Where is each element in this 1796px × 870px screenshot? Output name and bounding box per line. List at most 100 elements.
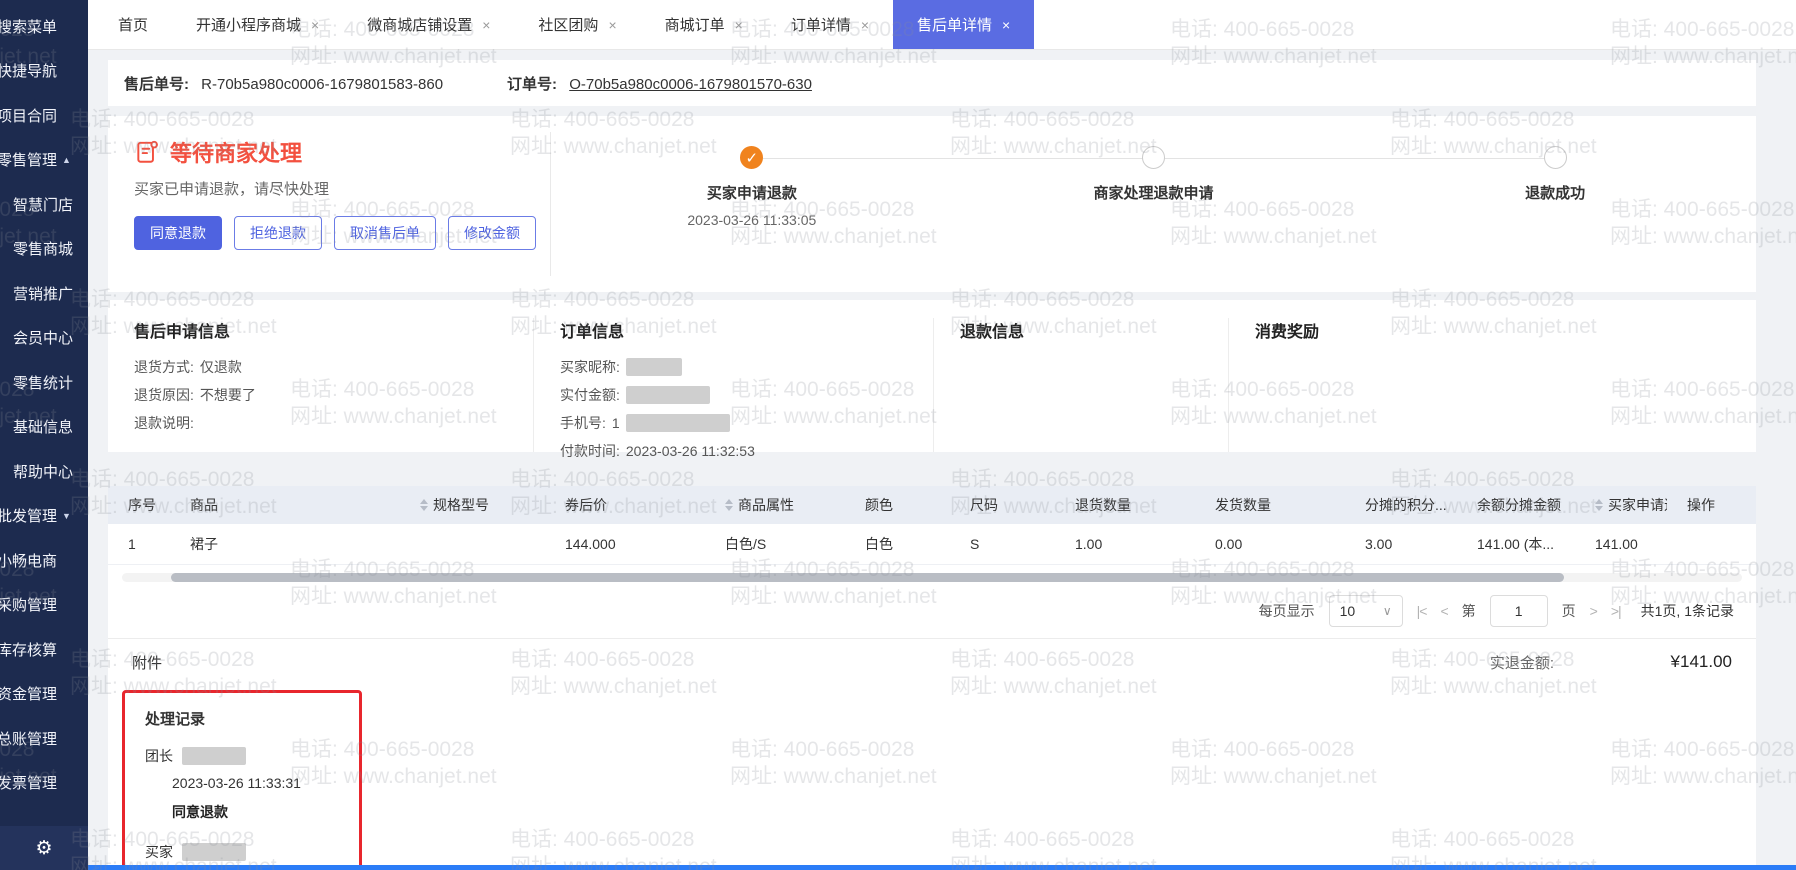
info-row: 退款说明: bbox=[134, 413, 507, 433]
tab-close-icon[interactable]: × bbox=[311, 17, 319, 33]
sidebar-item-零售管理[interactable]: 零售管理 ▲ bbox=[0, 138, 88, 183]
sidebar-item-库存核算[interactable]: 库存核算 bbox=[0, 627, 88, 672]
column-header-inner: 买家申请退款金额 bbox=[1595, 495, 1667, 515]
sort-icon[interactable] bbox=[725, 499, 733, 511]
sidebar-item-label: 项目合同 bbox=[0, 107, 58, 125]
sidebar-item-label: 帮助中心 bbox=[13, 463, 74, 481]
sidebar-item-label: 小畅电商 bbox=[0, 552, 58, 570]
tab-label: 首页 bbox=[118, 17, 149, 34]
sidebar-item-label: 资金管理 bbox=[0, 686, 58, 704]
aftersale-number: 售后单号: R-70b5a980c0006-1679801583-860 bbox=[124, 73, 443, 94]
timeline-step: 退款成功 bbox=[1354, 146, 1756, 292]
column-header-inner: 商品属性 bbox=[725, 495, 845, 515]
sidebar-item-label: 智慧门店 bbox=[13, 196, 74, 214]
拒绝退款-button[interactable]: 拒绝退款 bbox=[234, 216, 322, 250]
table-cell: 141.00 bbox=[1595, 535, 1638, 552]
actual-refund: 实退金额: ¥141.00 bbox=[1490, 652, 1732, 673]
gear-icon: ⚙ bbox=[35, 837, 53, 859]
sidebar-item-快捷导航[interactable]: 快捷导航 bbox=[0, 49, 88, 94]
timeline-step: ✓ 买家申请退款 2023-03-26 11:33:05 bbox=[551, 146, 953, 292]
tab-close-icon[interactable]: × bbox=[608, 17, 616, 33]
sidebar-item-基础信息[interactable]: 基础信息 bbox=[0, 405, 88, 450]
next-page-button[interactable]: > bbox=[1590, 603, 1598, 619]
column-header-发货数量: 发货数量 bbox=[1195, 486, 1345, 524]
sidebar-item-项目合同[interactable]: 项目合同 bbox=[0, 93, 88, 138]
goods-table-header-row: 序号 商品 规格型号 券后价 商品属性 颜色 尺码 退货数量 发货数量 分摊的积分... 余额分摊金… bbox=[108, 486, 1756, 524]
sidebar-item-营销推广[interactable]: 营销推广 bbox=[0, 271, 88, 316]
tab-close-icon[interactable]: × bbox=[861, 17, 869, 33]
goods-table-body: 1 裙子 144.000 白色/S 白色 S 1.00 0.00 3.00 141.00 (本..… bbox=[108, 524, 1756, 564]
tab-商城订单[interactable]: 商城订单 × bbox=[641, 0, 767, 49]
main-content: 售后单号: R-70b5a980c0006-1679801583-860 订单号… bbox=[88, 50, 1796, 870]
column-header-买家申请退款金额[interactable]: 买家申请退款金额 bbox=[1575, 486, 1667, 524]
column-header-label: 尺码 bbox=[970, 497, 998, 513]
info-row-label: 退货方式: bbox=[134, 359, 194, 375]
tab-close-icon[interactable]: × bbox=[482, 17, 490, 33]
actual-refund-label: 实退金额: bbox=[1489, 654, 1554, 672]
column-header-商品属性[interactable]: 商品属性 bbox=[705, 486, 845, 524]
tab-首页[interactable]: 首页 bbox=[94, 0, 172, 49]
page-size-select[interactable]: 10 ∨ bbox=[1328, 594, 1403, 627]
last-page-button[interactable]: >| bbox=[1611, 603, 1622, 619]
column-header-inner: 分摊的积分... bbox=[1365, 495, 1457, 515]
info-row: 付款时间: 2023-03-26 11:32:53 bbox=[560, 441, 907, 461]
table-cell bbox=[1667, 524, 1756, 564]
tab-售后单详情[interactable]: 售后单详情 × bbox=[893, 0, 1035, 49]
table-cell bbox=[400, 524, 545, 564]
tab-订单详情[interactable]: 订单详情 × bbox=[767, 0, 893, 49]
status-title-row: 等待商家处理 bbox=[134, 136, 524, 168]
sidebar-item-总账管理[interactable]: 总账管理 bbox=[0, 716, 88, 761]
sidebar-item-label: 零售商城 bbox=[13, 241, 74, 259]
sidebar-item-发票管理[interactable]: 发票管理 bbox=[0, 761, 88, 806]
column-header-inner: 规格型号 bbox=[420, 495, 545, 515]
table-cell: 1 bbox=[128, 535, 136, 552]
sort-icon[interactable] bbox=[1595, 499, 1603, 511]
column-header-规格型号[interactable]: 规格型号 bbox=[400, 486, 545, 524]
sidebar-item-零售统计[interactable]: 零售统计 bbox=[0, 360, 88, 405]
column-header-label: 规格型号 bbox=[433, 497, 489, 513]
info-row-label: 退款说明: bbox=[134, 415, 194, 431]
column-header-序号: 序号 bbox=[108, 486, 170, 524]
tab-开通小程序商城[interactable]: 开通小程序商城 × bbox=[172, 0, 343, 49]
取消售后单-button[interactable]: 取消售后单 bbox=[334, 216, 436, 250]
sidebar-item-小畅电商[interactable]: 小畅电商 bbox=[0, 538, 88, 583]
info-row-label: 付款时间: bbox=[560, 443, 620, 459]
info-section-退款信息: 退款信息 bbox=[933, 318, 1228, 452]
bottom-accent-bar bbox=[88, 865, 1796, 870]
column-header-操作: 操作 bbox=[1667, 486, 1756, 524]
tab-社区团购[interactable]: 社区团购 × bbox=[514, 0, 640, 49]
prev-page-button[interactable]: < bbox=[1440, 603, 1448, 619]
attachment-row: 附件 实退金额: ¥141.00 bbox=[108, 639, 1756, 682]
tab-close-icon[interactable]: × bbox=[735, 17, 743, 33]
column-header-label: 分摊的积分... bbox=[1365, 497, 1447, 513]
sidebar-item-label: 营销推广 bbox=[13, 285, 74, 303]
tab-微商城店铺设置[interactable]: 微商城店铺设置 × bbox=[343, 0, 514, 49]
order-number-card: 售后单号: R-70b5a980c0006-1679801583-860 订单号… bbox=[108, 60, 1756, 106]
修改金额-button[interactable]: 修改金额 bbox=[448, 216, 536, 250]
sidebar-settings[interactable]: ⚙ bbox=[0, 826, 88, 870]
column-header-券后价: 券后价 bbox=[545, 486, 705, 524]
sidebar-item-label: 快捷导航 bbox=[0, 63, 58, 81]
table-cell: 白色 bbox=[865, 535, 893, 552]
first-page-button[interactable]: |< bbox=[1417, 603, 1428, 619]
refund-timeline: ✓ 买家申请退款 2023-03-26 11:33:05 商家处理退款申请 退款成功 bbox=[551, 116, 1756, 292]
order-number-link[interactable]: O-70b5a980c0006-1679801570-630 bbox=[569, 76, 812, 93]
sidebar-item-采购管理[interactable]: 采购管理 bbox=[0, 583, 88, 628]
horizontal-scrollbar-thumb[interactable] bbox=[170, 572, 1564, 582]
sidebar-item-零售商城[interactable]: 零售商城 bbox=[0, 227, 88, 272]
sort-icon[interactable] bbox=[420, 499, 428, 511]
column-header-label: 余额分摊金额 bbox=[1477, 497, 1561, 513]
tab-close-icon[interactable]: × bbox=[1002, 17, 1010, 33]
info-row-value: 不想要了 bbox=[199, 387, 256, 403]
sidebar-item-搜索菜单[interactable]: 搜索菜单 bbox=[0, 4, 88, 49]
sidebar-item-资金管理[interactable]: 资金管理 bbox=[0, 672, 88, 717]
sidebar-item-智慧门店[interactable]: 智慧门店 bbox=[0, 182, 88, 227]
process-log-annotation-box: 处理记录 团长 2023-03-26 11:33:31 同意退款买家 2023-03-… bbox=[122, 689, 362, 870]
sidebar-item-批发管理[interactable]: 批发管理 ▼ bbox=[0, 494, 88, 539]
page-number-input[interactable] bbox=[1489, 594, 1548, 627]
sidebar-item-帮助中心[interactable]: 帮助中心 bbox=[0, 449, 88, 494]
同意退款-button[interactable]: 同意退款 bbox=[134, 216, 222, 250]
column-header-label: 买家申请退款金额 bbox=[1608, 497, 1667, 513]
sidebar-item-会员中心[interactable]: 会员中心 bbox=[0, 316, 88, 361]
page-size-value: 10 bbox=[1339, 602, 1356, 619]
